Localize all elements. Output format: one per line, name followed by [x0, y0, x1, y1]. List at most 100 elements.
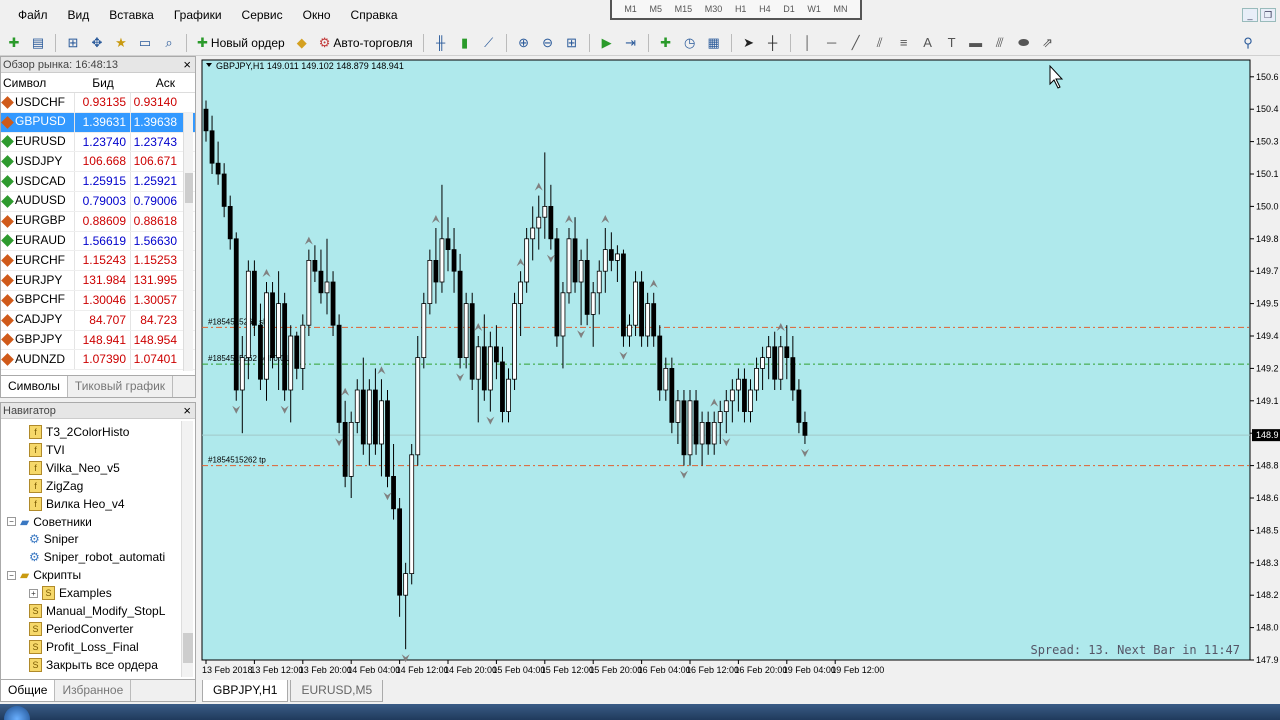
chart-tab-gbpjpy[interactable]: GBPJPY,H1 [202, 680, 289, 702]
chart-tab-eurusd[interactable]: EURUSD,M5 [290, 680, 384, 702]
minimize-icon[interactable]: _ [1242, 8, 1258, 22]
market-watch-row[interactable]: EURAUD 1.56619 1.56630 [1, 231, 195, 252]
cursor-icon[interactable]: ➤ [738, 32, 760, 54]
tab-symbols[interactable]: Символы [1, 376, 68, 397]
navigator-item[interactable]: f ZigZag [29, 477, 83, 495]
market-watch-scrollbar[interactable] [183, 113, 193, 371]
navigator-item[interactable]: ⚙ Sniper_robot_automati [29, 548, 165, 566]
tab-common[interactable]: Общие [1, 680, 56, 701]
tf-m30[interactable]: M30 [705, 4, 723, 14]
navigator-item[interactable]: − ▰ Советники [7, 513, 92, 531]
market-watch-row[interactable]: EURUSD 1.23740 1.23743 [1, 132, 195, 153]
vertical-line-icon[interactable]: │ [797, 32, 819, 54]
market-watch-row[interactable]: USDCHF 0.93135 0.93140 [1, 93, 195, 113]
search-icon[interactable]: ⚲ [1237, 32, 1259, 54]
tree-toggle-icon[interactable]: + [29, 588, 38, 598]
tf-m1[interactable]: M1 [624, 4, 637, 14]
tf-m15[interactable]: M15 [675, 4, 693, 14]
tab-tick-chart[interactable]: Тиковый график [68, 376, 174, 397]
menu-insert[interactable]: Вставка [99, 0, 164, 30]
market-watch-row[interactable]: USDCAD 1.25915 1.25921 [1, 172, 195, 192]
navigator-item[interactable]: + S Examples [29, 584, 112, 602]
line-chart-icon[interactable]: ⟋ [478, 32, 500, 54]
tf-mn[interactable]: MN [834, 4, 848, 14]
market-watch-row[interactable]: EURCHF 1.15243 1.15253 [1, 251, 195, 272]
navigator-item[interactable]: f T3_2ColorHisto [29, 423, 129, 441]
market-watch-row[interactable]: CADJPY 84.707 84.723 [1, 310, 195, 331]
templates-icon[interactable]: ▦ [703, 32, 725, 54]
gann-icon[interactable]: ⫻ [989, 32, 1011, 54]
navigator-item[interactable]: f Vilka_Neo_v5 [29, 459, 120, 477]
tab-favorites[interactable]: Избранное [55, 680, 132, 701]
bar-chart-icon[interactable]: ╫ [430, 32, 452, 54]
text-icon[interactable]: A [917, 32, 939, 54]
ellipse-icon[interactable]: ⬬ [1013, 32, 1035, 54]
data-window-icon[interactable]: ✥ [86, 32, 108, 54]
navigator-item[interactable]: S Profit_Loss_Final [29, 638, 139, 656]
auto-scroll-icon[interactable]: ▶ [596, 32, 618, 54]
start-button-icon[interactable] [4, 706, 30, 720]
horizontal-line-icon[interactable]: ─ [821, 32, 843, 54]
scrollbar-thumb[interactable] [183, 633, 193, 663]
navigator-icon[interactable]: ★ [110, 32, 132, 54]
column-symbol[interactable]: Символ [1, 73, 75, 92]
navigator-item[interactable]: − ▰ Скрипты [7, 566, 81, 584]
tf-d1[interactable]: D1 [783, 4, 795, 14]
menu-file[interactable]: Файл [8, 0, 58, 30]
navigator-item[interactable]: S Закрыть все ордера [29, 656, 158, 674]
channel-icon[interactable]: ⫽ [869, 32, 891, 54]
market-watch-row[interactable]: AUDNZD 1.07390 1.07401 [1, 350, 195, 371]
rectangle-icon[interactable]: ▬ [965, 32, 987, 54]
new-order-button[interactable]: ✚ Новый ордер [192, 32, 290, 54]
menu-charts[interactable]: Графики [164, 0, 232, 30]
profiles-icon[interactable]: ▤ [27, 32, 49, 54]
terminal-icon[interactable]: ▭ [134, 32, 156, 54]
market-watch-row[interactable]: GBPCHF 1.30046 1.30057 [1, 290, 195, 311]
zoom-out-icon[interactable]: ⊖ [537, 32, 559, 54]
close-icon[interactable]: × [183, 57, 191, 72]
tf-h1[interactable]: H1 [735, 4, 747, 14]
menu-help[interactable]: Справка [341, 0, 408, 30]
navigator-item[interactable]: ⚙ Sniper [29, 530, 78, 548]
market-watch-row[interactable]: USDJPY 106.668 106.671 [1, 152, 195, 173]
new-chart-icon[interactable]: ✚ [3, 32, 25, 54]
navigator-scrollbar[interactable] [181, 421, 193, 677]
trendline-icon[interactable]: ╱ [845, 32, 867, 54]
menu-window[interactable]: Окно [293, 0, 341, 30]
tree-toggle-icon[interactable]: − [7, 517, 16, 526]
navigator-item[interactable]: S PeriodConverter [29, 620, 133, 638]
text-label-icon[interactable]: T [941, 32, 963, 54]
chart-window[interactable]: #1854515262 sl#1854515262 sell 0.01#1854… [198, 56, 1280, 680]
close-icon[interactable]: × [183, 403, 191, 418]
navigator-item[interactable]: f Вилка Нео_v4 [29, 495, 125, 513]
auto-trading-button[interactable]: ⚙ Авто-торговля [314, 32, 418, 54]
tf-h4[interactable]: H4 [759, 4, 771, 14]
tf-w1[interactable]: W1 [807, 4, 821, 14]
market-watch-icon[interactable]: ⊞ [62, 32, 84, 54]
restore-icon[interactable]: ❐ [1260, 8, 1276, 22]
market-watch-row[interactable]: GBPJPY 148.941 148.954 [1, 330, 195, 351]
market-watch-row[interactable]: AUDUSD 0.79003 0.79006 [1, 191, 195, 212]
scrollbar-thumb[interactable] [185, 173, 193, 203]
chart-shift-icon[interactable]: ⇥ [620, 32, 642, 54]
arrows-icon[interactable]: ⇗ [1037, 32, 1059, 54]
crosshair-icon[interactable]: ┼ [762, 32, 784, 54]
column-ask[interactable]: Аск [131, 73, 181, 92]
fibonacci-icon[interactable]: ≡ [893, 32, 915, 54]
market-watch-row[interactable]: EURJPY 131.984 131.995 [1, 271, 195, 291]
zoom-in-icon[interactable]: ⊕ [513, 32, 535, 54]
market-watch-row[interactable]: EURGBP 0.88609 0.88618 [1, 211, 195, 232]
market-watch-row[interactable]: GBPUSD 1.39631 1.39638 [1, 112, 195, 133]
tile-windows-icon[interactable]: ⊞ [561, 32, 583, 54]
navigator-item[interactable]: S Manual_Modify_StopL [29, 602, 165, 620]
candlestick-icon[interactable]: ▮ [454, 32, 476, 54]
navigator-item[interactable]: f TVI [29, 441, 65, 459]
strategy-tester-icon[interactable]: ⌕ [158, 32, 180, 54]
menu-tools[interactable]: Сервис [232, 0, 293, 30]
metaeditor-icon[interactable]: ◆ [291, 32, 313, 54]
price-chart[interactable]: #1854515262 sl#1854515262 sell 0.01#1854… [198, 56, 1280, 680]
menu-view[interactable]: Вид [58, 0, 100, 30]
tf-m5[interactable]: M5 [649, 4, 662, 14]
periods-icon[interactable]: ◷ [679, 32, 701, 54]
column-bid[interactable]: Бид [75, 73, 131, 92]
